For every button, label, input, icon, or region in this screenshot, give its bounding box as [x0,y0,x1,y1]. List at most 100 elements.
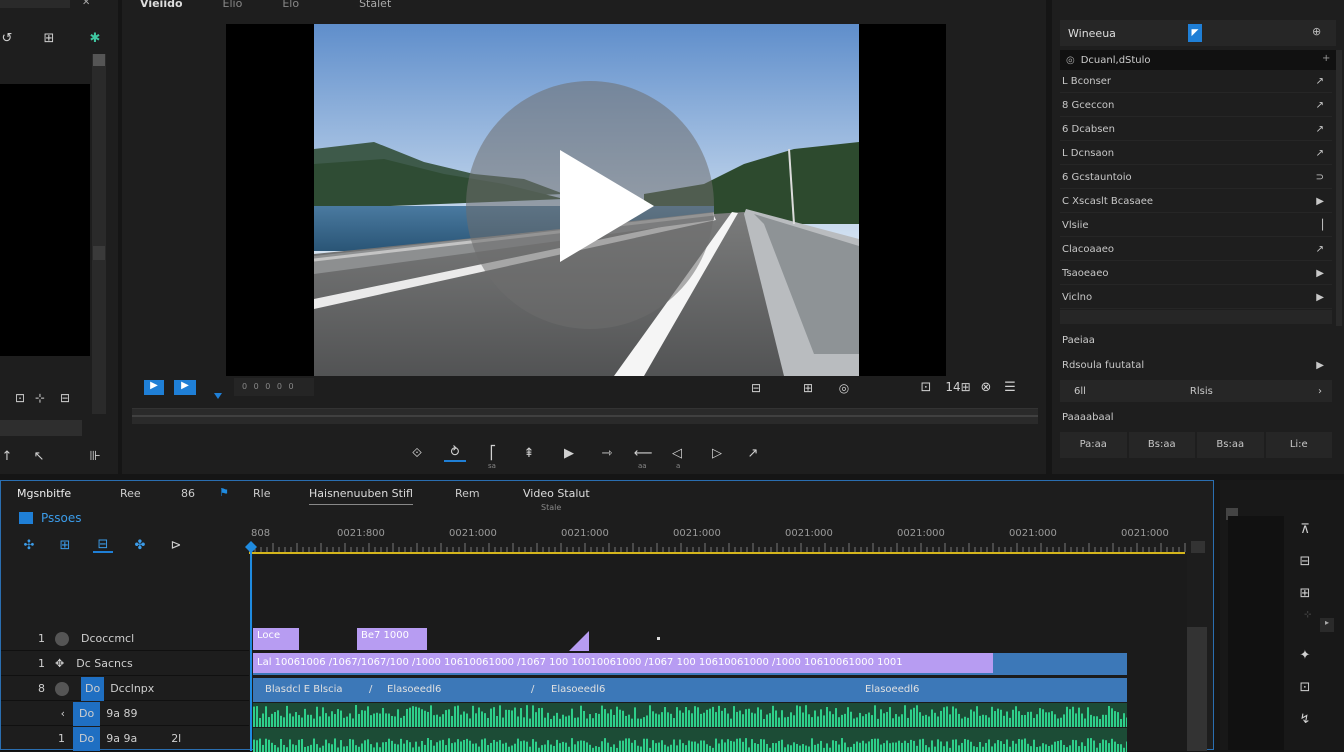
monitor-btn-2[interactable]: ▶ [174,380,196,395]
track-eye-icon[interactable] [55,681,69,696]
effect-item[interactable]: Vlsiie ⎥ [1060,215,1332,237]
mark-out-icon[interactable]: ◁ [668,444,686,462]
timeline-tab-1[interactable]: Mgsnbitfe [17,487,71,500]
safe-margins-icon[interactable]: ⊞ [800,380,816,396]
clip-lane-3[interactable]: Blasdcl E Blscia / Elasoeedl6 / Elasoeed… [253,678,1127,702]
source-jog-bar[interactable] [0,420,82,436]
effects-hscroll[interactable] [1060,310,1332,324]
program-title[interactable]: Vieiido [140,0,183,9]
timeline-tab-7[interactable]: Video Stalut [523,487,590,500]
source-scroll-thumb[interactable] [93,54,105,66]
timeline-tab-flag-icon[interactable]: ⚑ [219,486,229,499]
linked-selection-icon[interactable]: ⊞ [56,537,74,553]
track-header[interactable]: 1 Dcoccmcl [1,627,249,651]
menu-icon[interactable]: ☰ [1002,378,1018,396]
program-tab-2[interactable]: Elo [282,0,299,9]
play-overlay-icon[interactable] [560,150,654,262]
effects-search-add-icon[interactable]: + [1322,53,1330,64]
effect-item[interactable]: L Bconser ↗ [1060,71,1332,93]
section-1-row[interactable]: Rdsoula fuutatal ▶ [1060,354,1332,376]
hand-tool-icon[interactable]: ↯ [1296,710,1314,728]
effects-header-title[interactable]: Wineeua [1068,27,1116,40]
play-icon[interactable]: ▶ [560,444,578,462]
effect-item[interactable]: Viclno ▶ [1060,287,1332,309]
source-scrollbar[interactable] [92,54,106,414]
program-tab-1[interactable]: Elio [223,0,243,9]
section-2-btn-1[interactable]: Pa:aa [1060,432,1127,458]
section-2-btn-4[interactable]: Li:e [1265,432,1332,458]
ruler-end-handle[interactable] [1191,541,1205,553]
captions-icon[interactable]: ⊳ [167,537,185,553]
source-ctrl-a-icon[interactable]: ⊡ [12,390,28,406]
timeline-vscroll[interactable] [1187,627,1207,751]
track-header[interactable]: 1 ✥ Dc Sacncs [1,652,249,676]
track-badge[interactable]: Do [81,676,105,701]
go-to-out-icon[interactable]: ⟵ [634,444,653,462]
clip-small-1[interactable]: Loce [253,628,299,650]
playhead-line[interactable] [250,551,252,751]
effects-scrollbar[interactable] [1336,50,1342,326]
track-eye-icon[interactable] [55,631,69,646]
step-forward-icon[interactable]: ⇾ [598,444,616,462]
track-header[interactable]: ‹ Do 9a 89 [1,701,249,726]
effects-header-button[interactable]: ◤ [1188,24,1202,42]
timeline-tab-3[interactable]: 86 [181,487,195,500]
loop-playback-icon[interactable]: ▷ [708,444,726,462]
quality-icon[interactable]: 14⊞ [944,378,972,396]
timeline-tab-6[interactable]: Rem [455,487,480,500]
timecode-display[interactable]: 0 0 0 0 0 [234,378,314,396]
section-1-sub[interactable]: 6ll Rlsis › [1060,380,1332,402]
track-badge[interactable]: Do [73,701,101,726]
selection-tool-icon[interactable]: ⊼ [1296,520,1314,538]
track-lock-icon[interactable]: ✥ [55,657,64,670]
upleft-arrow-icon[interactable]: ↖ [30,448,48,464]
grid-icon[interactable]: ⊞ [40,30,58,46]
color-wheel-icon[interactable]: ✱ [86,30,104,46]
insert-icon[interactable]: ↗ [744,444,762,462]
timeline-tab-5[interactable]: Haisnenuuben Stifl [309,487,413,505]
track-badge[interactable]: Do [73,726,101,751]
clip-lane-2[interactable]: Lal 10061006 /1067/1067/100 /1000 106100… [253,653,1127,675]
clip-small-2[interactable]: Be7 1000 [357,628,427,650]
effect-item[interactable]: 6 Gcstauntoio ⊃ [1060,167,1332,189]
up-arrow-icon[interactable]: ↑ [0,448,14,464]
effect-item[interactable]: 8 Gceccon ↗ [1060,95,1332,117]
add-marker-icon[interactable]: ⊟ [93,537,113,553]
effect-item[interactable]: Tsaoeaeo ▶ [1060,263,1332,285]
shuttle-icon[interactable]: ⇞ [520,444,538,462]
effect-item[interactable]: C Xscaslt Bcasaee ▶ [1060,191,1332,213]
effect-item[interactable]: L Dcnsaon ↗ [1060,143,1332,165]
track-header[interactable]: 8 Do Dcclnpx [1,676,249,701]
snap-icon[interactable]: ✣ [21,537,37,553]
sequence-label[interactable]: Pssoes [19,511,82,525]
effect-item[interactable]: Clacoaaeo ↗ [1060,239,1332,261]
effects-search[interactable]: ◎ Dcuanl,dStulo + [1060,50,1336,70]
program-tab-3[interactable]: Stalet [359,0,391,9]
source-ctrl-b-icon[interactable]: ⊹ [32,390,48,406]
source-ctrl-c-icon[interactable]: ⊟ [54,390,76,406]
timeline-tab-2[interactable]: Ree [120,487,141,500]
settings-icon[interactable]: ◎ [836,380,852,396]
ripple-edit-icon[interactable]: ⊞ [1296,584,1314,602]
effects-header-right-icon[interactable]: ⊕ [1312,25,1321,38]
go-to-in-icon[interactable]: ⥁ [444,444,466,462]
section-2-btn-3[interactable]: Bs:aa [1197,432,1264,458]
lock-icon[interactable]: ⊗ [978,378,994,396]
step-back-icon[interactable]: ⎡ [484,444,502,462]
ruler-scale[interactable] [249,541,1189,555]
loop-icon[interactable]: ↺ [0,30,14,46]
audio-clip-1[interactable] [253,703,1127,727]
source-close-icon[interactable]: ✕ [82,0,96,8]
effect-item[interactable]: 6 Dcabsen ↗ [1060,119,1332,141]
track-header[interactable]: 1 Do 9a 9a 2l [1,726,249,751]
mark-in-icon[interactable]: ⟐ [408,444,426,462]
camera-icon[interactable]: ⊡ [918,378,934,396]
section-2-btn-2[interactable]: Bs:aa [1128,432,1195,458]
timeline-settings-icon[interactable]: ✤ [131,537,149,553]
track-select-icon[interactable]: ⊟ [1296,552,1314,570]
monitor-btn-1[interactable]: ▶ [144,380,164,395]
audio-clip-2[interactable] [253,728,1127,752]
timeline-tab-4[interactable]: Rle [253,487,270,500]
rectangle-tool-icon[interactable]: ⊡ [1296,678,1314,696]
split-icon[interactable]: ⊪ [86,448,104,464]
